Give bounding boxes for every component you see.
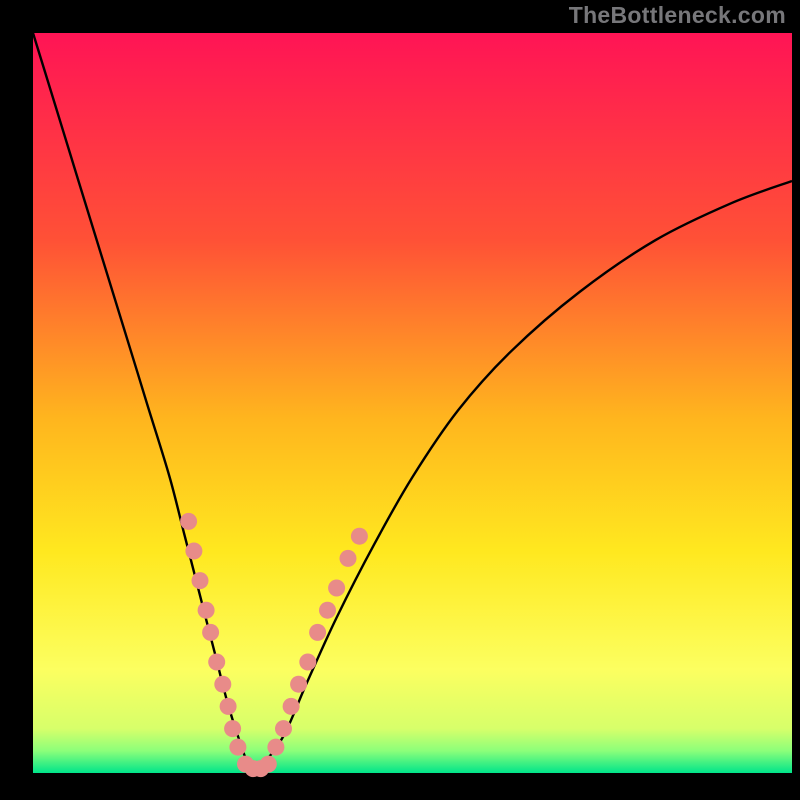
marker-point [180, 513, 197, 530]
marker-point [192, 572, 209, 589]
watermark-text: TheBottleneck.com [569, 2, 786, 29]
marker-point [267, 739, 284, 756]
marker-point [198, 602, 215, 619]
marker-point [309, 624, 326, 641]
chart-frame: TheBottleneck.com [0, 0, 800, 800]
marker-point [202, 624, 219, 641]
marker-point [208, 654, 225, 671]
marker-point [351, 528, 368, 545]
marker-point [185, 543, 202, 560]
marker-point [290, 676, 307, 693]
marker-point [214, 676, 231, 693]
marker-point [220, 698, 237, 715]
marker-point [340, 550, 357, 567]
marker-point [229, 739, 246, 756]
marker-point [275, 720, 292, 737]
marker-point [299, 654, 316, 671]
marker-point [328, 580, 345, 597]
marker-point [224, 720, 241, 737]
marker-point [260, 756, 277, 773]
marker-point [319, 602, 336, 619]
bottleneck-chart [0, 0, 800, 800]
marker-point [283, 698, 300, 715]
